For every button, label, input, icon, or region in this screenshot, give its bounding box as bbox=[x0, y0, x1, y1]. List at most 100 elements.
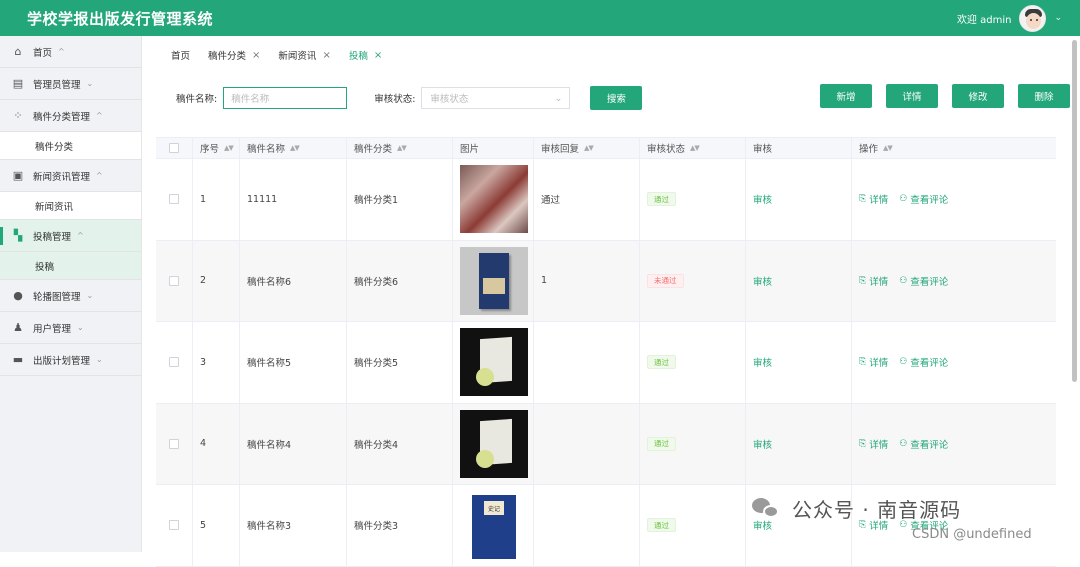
row-image[interactable] bbox=[460, 328, 528, 397]
header-name[interactable]: 稿件名称 ▲▼ bbox=[240, 138, 347, 158]
row-category: 稿件分类3 bbox=[347, 485, 453, 566]
header-label: 审核状态 bbox=[647, 144, 686, 155]
sidebar: ⌂ 首页 ^ ▤ 管理员管理 ⌄ ⁘ 稿件分类管理 ^ 稿件分类 ▣ 新闻资讯管… bbox=[0, 36, 142, 552]
row-checkbox[interactable] bbox=[169, 357, 179, 368]
sidebar-item-carousel[interactable]: ● 轮播图管理 ⌄ bbox=[0, 280, 141, 312]
header-category[interactable]: 稿件分类 ▲▼ bbox=[347, 138, 453, 158]
row-checkbox[interactable] bbox=[169, 275, 179, 286]
avatar[interactable] bbox=[1019, 4, 1047, 32]
detail-link[interactable]: ⎘ 详情 bbox=[859, 192, 888, 206]
tab-home[interactable]: 首页 bbox=[171, 48, 190, 62]
select-all-cell bbox=[156, 138, 193, 158]
row-image[interactable] bbox=[460, 246, 528, 315]
tab-label: 首页 bbox=[171, 51, 191, 62]
close-icon[interactable]: × bbox=[322, 50, 330, 61]
name-input[interactable]: 稿件名称 bbox=[223, 87, 348, 109]
sort-icon[interactable]: ▲▼ bbox=[690, 144, 700, 152]
comments-link[interactable]: ⚇ 查看评论 bbox=[899, 192, 948, 206]
comments-link[interactable]: ⚇ 查看评论 bbox=[899, 437, 948, 451]
status-badge: 通过 bbox=[647, 436, 676, 451]
detail-link[interactable]: ⎘ 详情 bbox=[859, 437, 888, 451]
row-reply bbox=[534, 403, 640, 484]
comment-icon: ⚇ bbox=[899, 438, 908, 449]
sidebar-item-home[interactable]: ⌂ 首页 ^ bbox=[0, 36, 141, 68]
row-no: 4 bbox=[193, 403, 240, 484]
sidebar-item-users[interactable]: ♟ 用户管理 ⌄ bbox=[0, 312, 141, 344]
sidebar-item-label: 投稿管理 bbox=[33, 231, 72, 243]
review-link[interactable]: 审核 bbox=[753, 437, 772, 451]
delete-button[interactable]: 删除 bbox=[1018, 84, 1070, 108]
row-checkbox[interactable] bbox=[169, 520, 179, 531]
sidebar-item-admin[interactable]: ▤ 管理员管理 ⌄ bbox=[0, 68, 141, 100]
watermark-text: 公众号 · 南音源码 bbox=[792, 498, 962, 522]
header-status[interactable]: 审核状态 ▲▼ bbox=[640, 138, 746, 158]
sidebar-item-plan[interactable]: ▬ 出版计划管理 ⌄ bbox=[0, 344, 141, 376]
sort-icon[interactable]: ▲▼ bbox=[290, 144, 300, 152]
tab-news[interactable]: 新闻资讯 × bbox=[278, 48, 330, 63]
header-label: 稿件名称 bbox=[247, 144, 286, 155]
sidebar-item-news-mgmt[interactable]: ▣ 新闻资讯管理 ^ bbox=[0, 160, 141, 192]
top-header: 学校学报出版发行管理系统 欢迎 admin ⌄ bbox=[0, 0, 1080, 36]
category-icon: ⁘ bbox=[13, 109, 23, 122]
toolbar: 新增 详情 修改 删除 bbox=[820, 84, 1080, 108]
comments-link-label: 查看评论 bbox=[910, 195, 949, 207]
header-label: 图片 bbox=[460, 144, 480, 155]
detail-button[interactable]: 详情 bbox=[886, 84, 938, 108]
row-image[interactable]: 史记 bbox=[460, 491, 528, 560]
header-label: 序号 bbox=[200, 144, 220, 155]
wechat-icon bbox=[752, 496, 782, 522]
select-all-checkbox[interactable] bbox=[169, 143, 179, 153]
name-label: 稿件名称: bbox=[176, 94, 218, 105]
tab-submission[interactable]: 投稿 × bbox=[348, 48, 382, 63]
row-category: 稿件分类6 bbox=[347, 240, 453, 321]
document-icon: ⎘ bbox=[859, 438, 867, 449]
row-no: 5 bbox=[193, 485, 240, 566]
sidebar-item-category-mgmt[interactable]: ⁘ 稿件分类管理 ^ bbox=[0, 100, 141, 132]
status-select[interactable]: 审核状态 ⌄ bbox=[421, 87, 571, 109]
edit-button[interactable]: 修改 bbox=[952, 84, 1004, 108]
review-link[interactable]: 审核 bbox=[753, 355, 772, 369]
sort-icon[interactable]: ▲▼ bbox=[397, 144, 407, 152]
row-name: 稿件名称5 bbox=[240, 322, 347, 403]
chevron-down-icon[interactable]: ⌄ bbox=[1054, 13, 1062, 23]
row-image[interactable] bbox=[460, 409, 528, 478]
row-image[interactable] bbox=[460, 165, 528, 234]
sidebar-subitem-submission[interactable]: 投稿 bbox=[0, 252, 141, 280]
comments-link[interactable]: ⚇ 查看评论 bbox=[899, 355, 948, 369]
header-actions[interactable]: 操作 ▲▼ bbox=[852, 138, 956, 158]
user-menu[interactable]: 欢迎 admin ⌄ bbox=[957, 4, 1062, 32]
sidebar-item-label: 稿件分类管理 bbox=[33, 111, 91, 123]
sort-icon[interactable]: ▲▼ bbox=[883, 144, 893, 152]
sidebar-subitem-news[interactable]: 新闻资讯 bbox=[0, 192, 141, 220]
add-button[interactable]: 新增 bbox=[820, 84, 872, 108]
detail-link[interactable]: ⎘ 详情 bbox=[859, 355, 888, 369]
tab-label: 投稿 bbox=[348, 51, 368, 62]
status-badge: 通过 bbox=[647, 355, 676, 370]
detail-link[interactable]: ⎘ 详情 bbox=[859, 274, 888, 288]
search-form: 稿件名称: 稿件名称 审核状态: 审核状态 ⌄ 搜索 bbox=[176, 86, 643, 110]
sort-icon[interactable]: ▲▼ bbox=[584, 144, 594, 152]
close-icon[interactable]: × bbox=[252, 50, 260, 61]
search-button[interactable]: 搜索 bbox=[590, 86, 643, 110]
row-reply: 1 bbox=[534, 240, 640, 321]
home-icon: ⌂ bbox=[14, 45, 22, 58]
row-checkbox[interactable] bbox=[169, 194, 179, 205]
tab-label: 稿件分类 bbox=[208, 51, 247, 62]
sidebar-subitem-category[interactable]: 稿件分类 bbox=[0, 132, 141, 160]
comments-link[interactable]: ⚇ 查看评论 bbox=[899, 274, 948, 288]
header-reply[interactable]: 审核回复 ▲▼ bbox=[534, 138, 640, 158]
sidebar-item-submission-mgmt[interactable]: ▚ 投稿管理 ^ bbox=[0, 220, 141, 252]
row-checkbox[interactable] bbox=[169, 438, 179, 449]
chevron-up-icon: ^ bbox=[96, 171, 103, 180]
tab-category[interactable]: 稿件分类 × bbox=[208, 48, 260, 63]
header-no[interactable]: 序号 ▲▼ bbox=[193, 138, 240, 158]
vertical-scrollbar[interactable] bbox=[1072, 40, 1077, 382]
comments-link-label: 查看评论 bbox=[910, 439, 949, 451]
header-review: 审核 bbox=[746, 138, 852, 158]
review-link[interactable]: 审核 bbox=[753, 192, 772, 206]
row-no: 2 bbox=[193, 240, 240, 321]
close-icon[interactable]: × bbox=[374, 50, 382, 61]
row-reply bbox=[534, 322, 640, 403]
review-link[interactable]: 审核 bbox=[753, 274, 772, 288]
sort-icon[interactable]: ▲▼ bbox=[224, 144, 234, 152]
